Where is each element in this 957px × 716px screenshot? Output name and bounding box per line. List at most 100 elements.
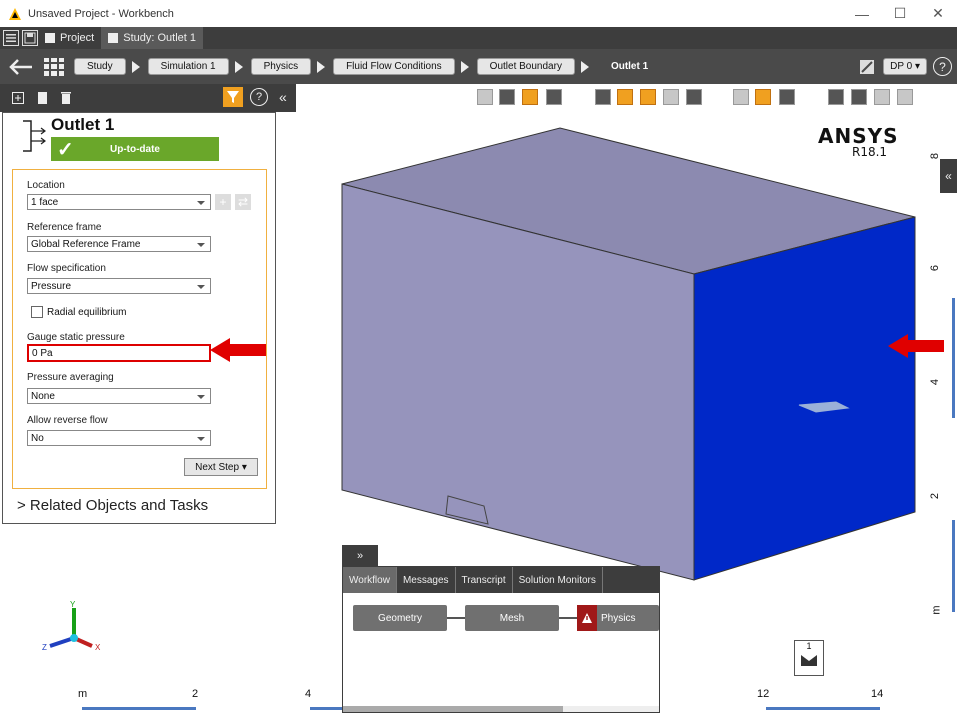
view-cube[interactable]: 1 xyxy=(794,640,824,676)
close-button[interactable]: ✕ xyxy=(919,0,957,27)
project-icon xyxy=(45,33,55,43)
flow-spec-value: Pressure xyxy=(31,280,72,292)
view-cube-number: 1 xyxy=(806,641,812,651)
related-objects-toggle[interactable]: > Related Objects and Tasks xyxy=(17,497,208,514)
zoom-fit-icon[interactable] xyxy=(755,89,771,105)
view-iso-icon[interactable] xyxy=(663,89,679,105)
status-badge: ✓ Up-to-date xyxy=(51,137,219,161)
breadcrumb-separator-icon xyxy=(460,60,471,73)
y-axis-tick: 6 xyxy=(929,264,942,272)
add-icon[interactable] xyxy=(12,91,24,105)
pressure-averaging-label: Pressure averaging xyxy=(27,372,114,383)
y-axis-scale-bar xyxy=(952,520,955,612)
flow-spec-label: Flow specification xyxy=(27,263,106,274)
y-axis-tick: 8 xyxy=(929,152,942,160)
select-box-icon[interactable] xyxy=(499,89,515,105)
checkbox-box xyxy=(31,306,43,318)
tab-workflow[interactable]: Workflow xyxy=(343,567,397,593)
maximize-button[interactable]: ☐ xyxy=(881,0,919,27)
location-value: 1 face xyxy=(31,196,59,208)
workflow-node-geometry[interactable]: Geometry xyxy=(353,605,447,631)
reverse-flow-select[interactable]: No xyxy=(27,430,211,446)
properties-panel: Outlet 1 ✓ Up-to-date Location 1 face + … xyxy=(2,112,276,524)
design-point-icon[interactable] xyxy=(858,58,876,76)
workflow-tabs: Workflow Messages Transcript Solution Mo… xyxy=(343,567,659,593)
swap-location-button[interactable]: ⇄ xyxy=(235,194,251,210)
view-side-icon[interactable] xyxy=(640,89,656,105)
x-axis-tick: 2 xyxy=(192,688,199,700)
filter-icon[interactable] xyxy=(223,87,243,107)
pan-icon[interactable] xyxy=(733,89,749,105)
y-axis-tick: 4 xyxy=(929,378,942,386)
window-title: Unsaved Project - Workbench xyxy=(28,7,174,20)
highlight-arrow-icon xyxy=(210,338,266,362)
tab-bar: Project Study: Outlet 1 xyxy=(0,27,957,49)
x-axis-tick: 4 xyxy=(305,688,312,700)
tab-study[interactable]: Study: Outlet 1 xyxy=(101,27,204,49)
chevron-down-icon xyxy=(197,437,205,441)
view-cube-icon xyxy=(801,655,817,666)
workflow-node-mesh[interactable]: Mesh xyxy=(465,605,559,631)
select-face-icon[interactable] xyxy=(522,89,538,105)
view-reset-icon[interactable] xyxy=(686,89,702,105)
shading-icon[interactable] xyxy=(851,89,867,105)
zoom-box-icon[interactable] xyxy=(477,89,493,105)
right-panel-collapse-button[interactable]: « xyxy=(940,159,957,193)
panel-collapse-button[interactable]: « xyxy=(279,89,287,105)
breadcrumb-outlet-boundary[interactable]: Outlet Boundary xyxy=(476,58,575,75)
breadcrumb-study[interactable]: Study xyxy=(74,58,126,75)
delete-icon[interactable] xyxy=(60,91,72,105)
tab-project[interactable]: Project xyxy=(38,27,101,49)
chevron-down-icon xyxy=(197,243,205,247)
y-axis-unit: m xyxy=(930,605,943,615)
add-location-button[interactable]: + xyxy=(215,194,231,210)
tab-transcript[interactable]: Transcript xyxy=(456,567,513,593)
light-icon[interactable] xyxy=(828,89,844,105)
warning-icon xyxy=(577,605,597,631)
breadcrumb-fluid-flow-conditions[interactable]: Fluid Flow Conditions xyxy=(333,58,455,75)
select-body-icon[interactable] xyxy=(546,89,562,105)
export-image-icon[interactable] xyxy=(897,89,913,105)
workflow-arrow-icon xyxy=(447,617,465,619)
pressure-averaging-select[interactable]: None xyxy=(27,388,211,404)
tab-solution-monitors[interactable]: Solution Monitors xyxy=(513,567,603,593)
help-button[interactable]: ? xyxy=(933,57,952,76)
panel-help-button[interactable]: ? xyxy=(250,88,268,106)
view-top-icon[interactable] xyxy=(617,89,633,105)
breadcrumb-simulation[interactable]: Simulation 1 xyxy=(147,58,229,75)
workflow-arrow-icon xyxy=(559,617,577,619)
gauge-pressure-input[interactable]: 0 Pa xyxy=(27,344,211,362)
tab-project-label: Project xyxy=(60,32,95,44)
minimize-button[interactable]: — xyxy=(843,0,881,27)
outlet-form: Location 1 face + ⇄ Reference frame Glob… xyxy=(12,169,267,489)
panel-toolbar: ? « xyxy=(0,84,296,112)
tab-messages[interactable]: Messages xyxy=(397,567,456,593)
workflow-collapse-button[interactable]: » xyxy=(342,545,378,567)
view-front-icon[interactable] xyxy=(595,89,611,105)
fullscreen-icon[interactable] xyxy=(779,89,795,105)
triad-x-label: X xyxy=(95,643,101,652)
flow-spec-select[interactable]: Pressure xyxy=(27,278,211,294)
workflow-node-physics[interactable]: Physics xyxy=(577,605,659,631)
radial-equilibrium-checkbox[interactable]: Radial equilibrium xyxy=(31,306,126,318)
check-icon: ✓ xyxy=(57,139,74,161)
workflow-scrollbar[interactable] xyxy=(343,706,659,712)
camera-icon[interactable] xyxy=(874,89,890,105)
save-icon[interactable] xyxy=(22,30,38,46)
menu-icon[interactable] xyxy=(3,30,19,46)
reference-frame-select[interactable]: Global Reference Frame xyxy=(27,236,211,252)
location-select[interactable]: 1 face xyxy=(27,194,211,210)
workflow-scroll-thumb[interactable] xyxy=(343,706,563,712)
study-icon xyxy=(108,33,119,43)
pressure-averaging-value: None xyxy=(31,390,55,402)
duplicate-icon[interactable] xyxy=(36,91,48,105)
x-axis-tick: 12 xyxy=(757,688,770,700)
design-point-dropdown[interactable]: DP 0 ▾ xyxy=(883,58,927,75)
x-axis-scale-bar xyxy=(82,707,196,710)
x-axis-tick: 14 xyxy=(871,688,884,700)
apps-grid-icon[interactable] xyxy=(44,57,64,76)
next-step-button[interactable]: Next Step ▾ xyxy=(184,458,258,476)
location-label: Location xyxy=(27,180,65,191)
back-arrow-icon[interactable] xyxy=(6,57,36,77)
breadcrumb-physics[interactable]: Physics xyxy=(250,58,312,75)
